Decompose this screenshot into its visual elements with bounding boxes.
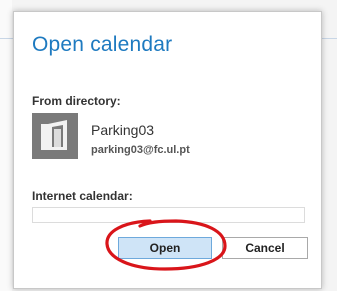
directory-entry-email: parking03@fc.ul.pt [91, 144, 190, 156]
open-calendar-dialog: Open calendar From directory: Parking03 … [13, 11, 322, 289]
internet-calendar-input[interactable] [32, 207, 305, 223]
background-divider [0, 38, 13, 39]
from-directory-label: From directory: [32, 94, 121, 108]
avatar [32, 113, 78, 159]
internet-calendar-label: Internet calendar: [32, 189, 133, 203]
generic-resource-icon [32, 113, 78, 159]
background-left-panel [0, 0, 12, 291]
directory-entry-name[interactable]: Parking03 [91, 122, 154, 138]
cancel-button[interactable]: Cancel [222, 237, 308, 259]
background-divider [320, 38, 337, 39]
open-button[interactable]: Open [118, 237, 212, 259]
dialog-title: Open calendar [32, 33, 173, 56]
